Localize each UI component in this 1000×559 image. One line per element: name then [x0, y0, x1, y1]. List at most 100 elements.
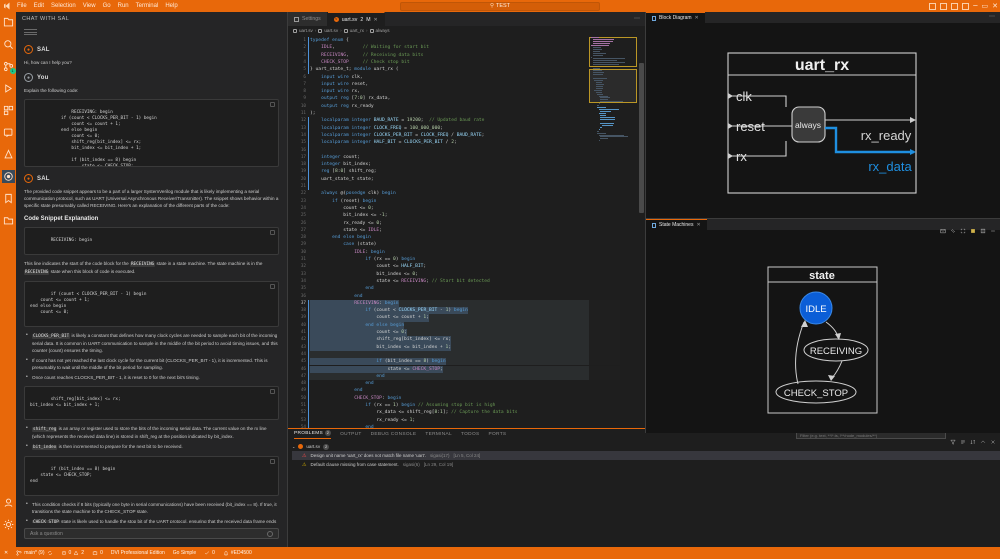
- block-diagram-canvas[interactable]: uart_rx always rx_ready rx_data clk rese…: [646, 23, 1000, 222]
- copy-icon[interactable]: [270, 389, 275, 394]
- folder-icon[interactable]: [2, 214, 15, 227]
- edition-status[interactable]: DVI Professional Edition: [111, 550, 165, 556]
- copy-icon[interactable]: [270, 284, 275, 289]
- command-search-input[interactable]: ⚲ TEST: [400, 2, 600, 11]
- breadcrumb-item[interactable]: uart.sv: [299, 28, 313, 33]
- close-icon[interactable]: ✕: [696, 222, 700, 228]
- verilog-file-icon: [298, 444, 303, 449]
- menu-item-run[interactable]: Run: [118, 3, 129, 9]
- remote-icon: ✕: [4, 550, 8, 556]
- run-debug-icon[interactable]: [2, 82, 15, 95]
- chat-input[interactable]: Ask a question: [24, 528, 279, 539]
- tab-output[interactable]: OUTPUT: [340, 432, 362, 437]
- tab-ports[interactable]: PORTS: [488, 432, 506, 437]
- chat-bullet-list-3: This condition checks if 8 bits (typical…: [24, 501, 279, 523]
- extensions-icon[interactable]: [2, 104, 15, 117]
- copy-icon[interactable]: [270, 102, 275, 107]
- t: state when this block of code is execute…: [49, 269, 135, 274]
- fit-icon[interactable]: [960, 221, 966, 227]
- more-actions-icon[interactable]: ⋯: [989, 15, 995, 20]
- problems-tree[interactable]: ⌄ uart.sv 2 ⚠ Design unit name 'uart_rx'…: [288, 440, 1000, 469]
- problem-location: [Ln 5, Col 24]: [454, 453, 481, 458]
- tab-terminal[interactable]: TERMINAL: [425, 432, 452, 437]
- layout-icon[interactable]: [980, 221, 986, 227]
- scrollbar-thumb[interactable]: [639, 63, 644, 213]
- block-diagram-output-rx-data: rx_data: [868, 159, 912, 174]
- bookmark-icon[interactable]: [2, 192, 15, 205]
- state-node-idle[interactable]: IDLE: [805, 304, 826, 315]
- search-icon[interactable]: [2, 38, 15, 51]
- ports-icon: [92, 550, 98, 556]
- simulator-status[interactable]: Go Simple: [173, 550, 196, 556]
- tab-modified-indicator: M: [366, 17, 370, 23]
- code-text: shift_reg[bit_index] <= rx; bit_index <=…: [30, 397, 121, 408]
- export-icon[interactable]: [940, 221, 946, 227]
- customize-layout-icon[interactable]: [962, 3, 969, 10]
- tab-settings[interactable]: Settings: [288, 12, 328, 26]
- tab-block-diagram[interactable]: Block Diagram ✕: [646, 12, 705, 23]
- state-machine-canvas[interactable]: state IDLE RECEIVING CHECK_STOP: [646, 230, 1000, 434]
- branch-label: main* (9): [24, 550, 44, 556]
- status-bar: ✕ main* (9) 0 2 0 DVI Professional Editi…: [0, 547, 1000, 559]
- testing-icon[interactable]: [2, 126, 15, 139]
- problems-file-row[interactable]: ⌄ uart.sv 2: [292, 442, 1000, 451]
- breadcrumb-item[interactable]: uart.sv: [324, 28, 338, 33]
- settings-gear-icon[interactable]: [2, 518, 15, 531]
- tab-todos[interactable]: TODOS: [461, 432, 479, 437]
- menu-item-help[interactable]: Help: [165, 3, 177, 9]
- tab-uart-sv[interactable]: V uart.sv 2 M ✕: [328, 12, 385, 26]
- menu-item-go[interactable]: Go: [103, 3, 111, 9]
- copy-icon[interactable]: [270, 230, 275, 235]
- checks-status[interactable]: 0: [204, 550, 215, 556]
- menu-item-edit[interactable]: Edit: [34, 3, 44, 9]
- chat-message-list[interactable]: ● SAL Hi, how can I help you? ● You Expl…: [16, 38, 287, 523]
- tab-debug-console[interactable]: DEBUG CONSOLE: [371, 432, 417, 437]
- tab-state-machines[interactable]: State Machines ✕: [646, 219, 707, 230]
- menu-item-selection[interactable]: Selection: [51, 3, 76, 9]
- save-icon[interactable]: [970, 221, 976, 227]
- more-icon[interactable]: [990, 221, 996, 227]
- bell-status[interactable]: #ED4500: [223, 550, 252, 556]
- tab-label: PROBLEMS: [294, 431, 323, 436]
- problems-file-count: 2: [323, 444, 329, 450]
- minimize-button[interactable]: ─: [973, 3, 977, 10]
- account-icon[interactable]: [2, 496, 15, 509]
- layout-panel-left-icon[interactable]: [929, 3, 936, 10]
- menu-bar[interactable]: File Edit Selection View Go Run Terminal…: [14, 3, 178, 9]
- window-controls[interactable]: ─ ▭ ✕: [929, 0, 998, 12]
- copy-icon[interactable]: [270, 459, 275, 464]
- sidebar-item-chat[interactable]: [2, 170, 15, 183]
- source-control-icon[interactable]: 1: [2, 60, 15, 73]
- hamburger-icon[interactable]: [24, 27, 37, 36]
- state-node-check-stop[interactable]: CHECK_STOP: [784, 388, 848, 399]
- layout-panel-right-icon[interactable]: [951, 3, 958, 10]
- explorer-icon[interactable]: [2, 16, 15, 29]
- ports-status[interactable]: 0: [92, 550, 103, 556]
- menu-item-view[interactable]: View: [83, 3, 96, 9]
- block-diagram-process-label: always: [795, 120, 821, 130]
- close-button[interactable]: ✕: [992, 3, 998, 10]
- maximize-button[interactable]: ▭: [982, 3, 989, 10]
- layout-panel-bottom-icon[interactable]: [940, 3, 947, 10]
- chat-panel-title: CHAT WITH SAL: [16, 12, 287, 26]
- breadcrumb-item[interactable]: always: [376, 28, 390, 33]
- menu-item-terminal[interactable]: Terminal: [136, 3, 159, 9]
- close-icon[interactable]: ✕: [374, 17, 378, 23]
- problems-row-error[interactable]: ⚠ Design unit name 'uart_rx' does not ma…: [292, 451, 1000, 460]
- editor-actions-more-icon[interactable]: ⋯: [634, 16, 640, 22]
- close-icon[interactable]: ✕: [695, 15, 699, 21]
- send-icon[interactable]: [267, 531, 273, 537]
- breadcrumb[interactable]: uart.sv › uart.sv › uart_rx › always: [288, 26, 645, 35]
- state-node-receiving[interactable]: RECEIVING: [810, 346, 862, 357]
- branch-status[interactable]: main* (9): [16, 550, 52, 556]
- tab-problems[interactable]: PROBLEMS2: [294, 430, 331, 439]
- problems-row-warning[interactable]: ⚠ Default clause missing from case state…: [292, 460, 1000, 469]
- remote-status[interactable]: ✕: [4, 550, 8, 556]
- chevron-down-icon[interactable]: ⌄: [292, 444, 295, 449]
- link-icon[interactable]: [950, 221, 956, 227]
- problems-status[interactable]: 0 2: [61, 550, 85, 556]
- list-item: This condition checks if 8 bits (typical…: [24, 501, 279, 515]
- breadcrumb-item[interactable]: uart_rx: [350, 28, 364, 33]
- menu-item-file[interactable]: File: [17, 3, 27, 9]
- sigasi-icon[interactable]: [2, 148, 15, 161]
